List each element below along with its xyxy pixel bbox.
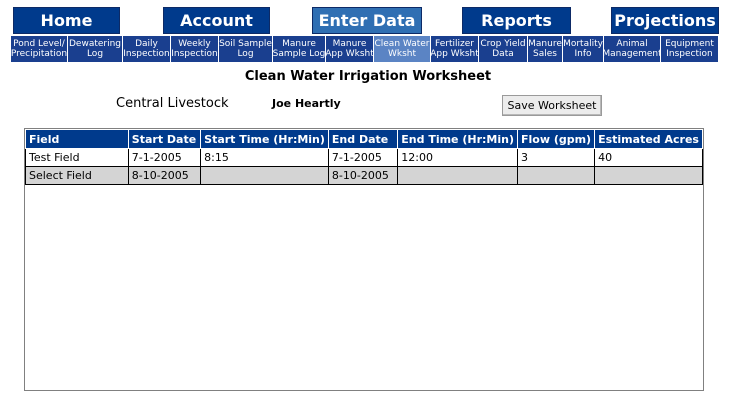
subnav-label: Precipitation: [11, 49, 68, 59]
cell-end-date[interactable]: 7-1-2005: [327, 148, 399, 167]
subnav-label: Daily: [135, 39, 158, 49]
subnav-label: Inspection: [666, 49, 713, 59]
subnav-fertilizer-app-wksht[interactable]: Fertilizer App Wksht: [431, 36, 479, 62]
column-header-field[interactable]: Field: [25, 129, 129, 149]
column-header-end-date[interactable]: End Date: [327, 129, 399, 149]
page-title: Clean Water Irrigation Worksheet: [244, 69, 492, 84]
cell-end-time[interactable]: 12:00: [397, 148, 518, 167]
subnav-label: Animal: [616, 39, 648, 49]
subnav-label: Equipment: [665, 39, 714, 49]
nav-home[interactable]: Home: [13, 7, 120, 34]
column-header-end-time[interactable]: End Time (Hr:Min): [397, 129, 518, 149]
worksheet-table: Field Start Date Start Time (Hr:Min) End…: [25, 129, 703, 185]
column-header-flow[interactable]: Flow (gpm): [516, 129, 596, 149]
nav-enter-data[interactable]: Enter Data: [312, 7, 422, 34]
subnav-label: App Wksht: [431, 49, 479, 59]
subnav-crop-yield-data[interactable]: Crop Yield Data: [479, 36, 528, 62]
cell-flow[interactable]: 3: [516, 148, 596, 167]
subnav-label: Fertilizer: [435, 39, 474, 49]
table-row: Select Field 8-10-2005 8-10-2005: [25, 166, 703, 185]
subnav-weekly-inspection[interactable]: Weekly Inspection: [171, 36, 219, 62]
subnav-manure-sample-log[interactable]: Manure Sample Log: [273, 36, 326, 62]
column-header-estimated-acres[interactable]: Estimated Acres: [594, 129, 703, 149]
nav-projections[interactable]: Projections: [611, 7, 719, 34]
subnav-label: Management: [604, 49, 661, 59]
subnav-label: Soil Sample: [219, 39, 272, 49]
subnav-label: Inspection: [171, 49, 218, 59]
subnav-label: Clean Water: [374, 39, 430, 49]
column-header-start-time[interactable]: Start Time (Hr:Min): [200, 129, 329, 149]
cell-estimated-acres[interactable]: 40: [594, 148, 703, 167]
cell-end-date[interactable]: 8-10-2005: [327, 166, 399, 185]
subnav-label: Sales: [533, 49, 557, 59]
subnav-soil-sample-log[interactable]: Soil Sample Log: [219, 36, 273, 62]
cell-start-date[interactable]: 7-1-2005: [127, 148, 202, 167]
owner-name: Joe Heartly: [272, 97, 341, 110]
table-row: Test Field 7-1-2005 8:15 7-1-2005 12:00 …: [25, 148, 703, 167]
subnav-label: Weekly: [178, 39, 211, 49]
subnav-label: Dewatering: [68, 39, 122, 49]
subnav-manure-app-wksht[interactable]: Manure App Wksht: [326, 36, 374, 62]
cell-flow[interactable]: [516, 166, 596, 185]
subnav-equipment-inspection[interactable]: Equipment Inspection: [661, 36, 718, 62]
subnav-label: Crop Yield: [480, 39, 526, 49]
subnav-label: Sample Log: [273, 49, 326, 59]
subnav-manure-sales[interactable]: Manure Sales: [528, 36, 563, 62]
cell-start-time[interactable]: [200, 166, 329, 185]
subnav-label: App Wksht: [326, 49, 374, 59]
cell-field[interactable]: Test Field: [25, 148, 129, 167]
farm-name: Central Livestock: [116, 96, 229, 111]
subnav-label: Log: [86, 49, 104, 59]
subnav-label: Wksht: [387, 49, 417, 59]
subnav-label: Log: [237, 49, 254, 59]
subnav-daily-inspection[interactable]: Daily Inspection: [123, 36, 171, 62]
subnav-label: Manure: [282, 39, 316, 49]
subnav-label: Manure: [332, 39, 367, 49]
cell-field[interactable]: Select Field: [25, 166, 129, 185]
subnav-label: Pond Level/: [13, 39, 65, 49]
subnav-mortality-info[interactable]: Mortality Info: [563, 36, 604, 62]
subnav-label: Manure: [528, 39, 562, 49]
subnav-dewatering-log[interactable]: Dewatering Log: [68, 36, 123, 62]
nav-account[interactable]: Account: [163, 7, 270, 34]
subnav-label: Data: [492, 49, 514, 59]
subnav-label: Inspection: [123, 49, 170, 59]
nav-reports[interactable]: Reports: [462, 7, 571, 34]
cell-start-time[interactable]: 8:15: [200, 148, 329, 167]
save-worksheet-button[interactable]: Save Worksheet: [502, 95, 602, 116]
table-header-row: Field Start Date Start Time (Hr:Min) End…: [25, 129, 703, 149]
column-header-start-date[interactable]: Start Date: [127, 129, 202, 149]
cell-estimated-acres[interactable]: [594, 166, 703, 185]
worksheet-grid: Field Start Date Start Time (Hr:Min) End…: [24, 128, 704, 391]
subnav-label: Info: [574, 49, 592, 59]
cell-start-date[interactable]: 8-10-2005: [127, 166, 202, 185]
subnav-pond-level[interactable]: Pond Level/Precipitation: [11, 36, 68, 62]
subnav-clean-water-wksht[interactable]: Clean Water Wksht: [374, 36, 431, 62]
subnav-label: Mortality: [563, 39, 603, 49]
subnav-animal-management[interactable]: Animal Management: [604, 36, 661, 62]
cell-end-time[interactable]: [397, 166, 518, 185]
sub-navigation: Pond Level/Precipitation Dewatering Log D…: [11, 36, 718, 62]
